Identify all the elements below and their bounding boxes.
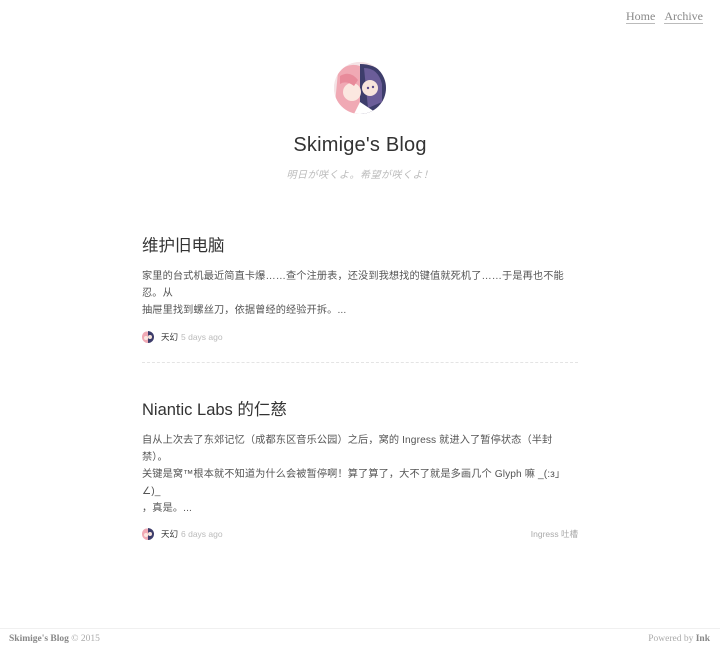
post-excerpt: 自从上次去了东郊记忆（成都东区音乐公园）之后，窝的 Ingress 就进入了暂停… [142, 432, 578, 517]
post-excerpt: 家里的台式机最近简直卡爆……查个注册表，还没到我想找的键值就死机了……于是再也不… [142, 268, 578, 319]
post-meta: 天幻 5 days ago [142, 330, 578, 344]
site-header: Skimige's Blog 明日が咲くよ。希望が咲くよ！ [0, 62, 720, 181]
post-excerpt-line: 抽屉里找到螺丝刀，依据曾经的经验开拆。... [142, 305, 347, 316]
author-avatar-image [142, 528, 154, 540]
footer-brand[interactable]: Skimige's Blog [9, 634, 69, 644]
post-author[interactable]: 天幻 [161, 528, 178, 540]
author-avatar-icon[interactable] [142, 528, 154, 540]
post-excerpt-line: 关键是窝™根本就不知道为什么会被暂停啊！算了算了，大不了就是多画几个 Glyph… [142, 469, 566, 497]
post-divider [142, 362, 578, 363]
post-excerpt-line: 自从上次去了东郊记忆（成都东区音乐公园）之后，窝的 Ingress 就进入了暂停… [142, 435, 553, 463]
footer-ink-link[interactable]: Ink [696, 634, 710, 644]
footer-copyright: Skimige's Blog © 2015 [9, 634, 100, 644]
footer-copy: © 2015 [71, 634, 100, 644]
post-time: 5 days ago [181, 332, 223, 342]
author-avatar-icon[interactable] [142, 331, 154, 343]
anime-character-avatar-icon[interactable] [334, 62, 386, 114]
post-title[interactable]: Niantic Labs 的仁慈 [142, 400, 578, 420]
post-card: Niantic Labs 的仁慈 自从上次去了东郊记忆（成都东区音乐公园）之后，… [142, 400, 578, 541]
nav-home-link[interactable]: Home [626, 9, 656, 24]
post-meta: 天幻 6 days ago Ingress 吐槽 [142, 527, 578, 541]
author-avatar-image [142, 331, 154, 343]
site-title[interactable]: Skimige's Blog [0, 134, 720, 157]
post-excerpt-line: 家里的台式机最近简直卡爆……查个注册表，还没到我想找的键值就死机了……于是再也不… [142, 271, 564, 299]
footer-powered-prefix: Powered by [648, 634, 694, 644]
avatar-image [334, 62, 386, 114]
post-title[interactable]: 维护旧电脑 [142, 236, 578, 256]
top-nav: Home Archive [626, 9, 703, 24]
post-tags[interactable]: Ingress 吐槽 [531, 528, 578, 540]
post-excerpt-line: ，真是。... [142, 503, 192, 514]
post-time: 6 days ago [181, 529, 223, 539]
site-footer: Skimige's Blog © 2015 Powered by Ink [0, 628, 720, 650]
nav-archive-link[interactable]: Archive [664, 9, 703, 24]
site-subtitle: 明日が咲くよ。希望が咲くよ！ [286, 170, 434, 181]
post-author[interactable]: 天幻 [161, 331, 178, 343]
footer-powered-by: Powered by Ink [648, 634, 710, 644]
post-card: 维护旧电脑 家里的台式机最近简直卡爆……查个注册表，还没到我想找的键值就死机了…… [142, 236, 578, 344]
